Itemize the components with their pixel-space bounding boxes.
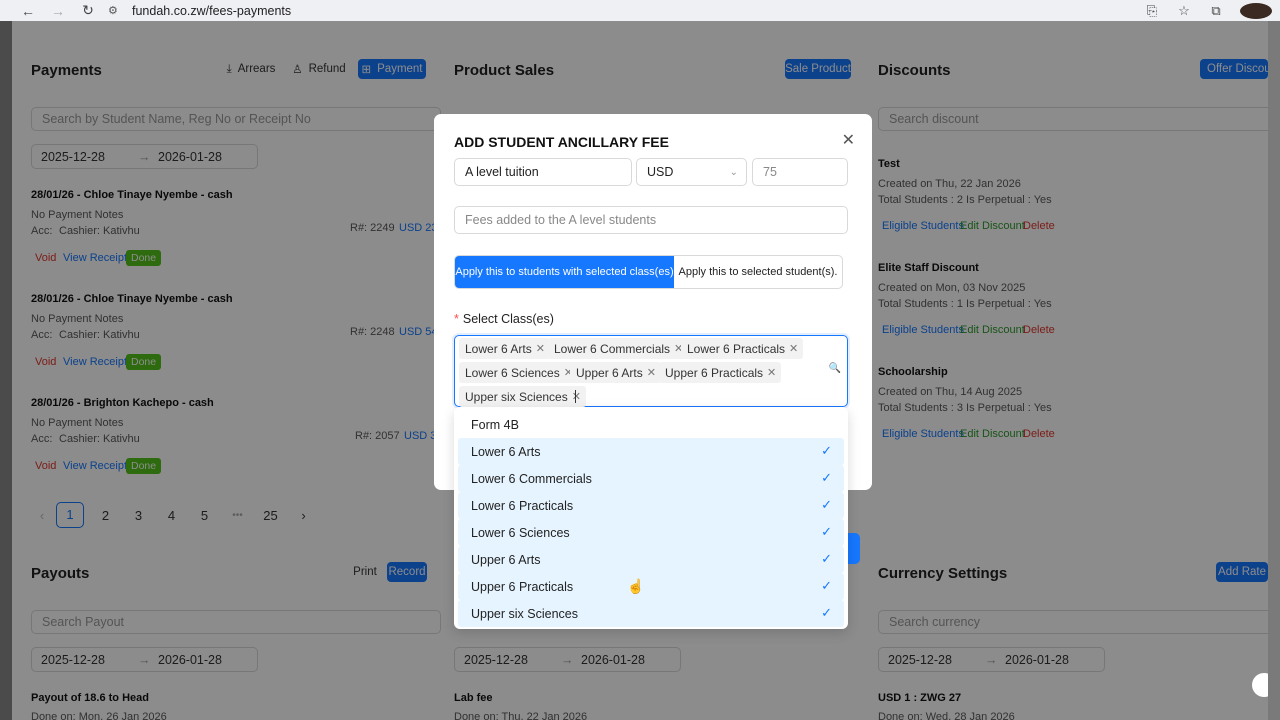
select-classes-label: * Select Class(es) bbox=[454, 312, 554, 326]
check-icon: ✓ bbox=[821, 605, 832, 620]
star-icon[interactable]: ☆ bbox=[1168, 3, 1200, 19]
class-option-label: Upper 6 Arts bbox=[471, 552, 541, 567]
class-tag-label: Lower 6 Commercials bbox=[554, 341, 671, 356]
address-bar[interactable]: ⚙ fundah.co.zw/fees-payments bbox=[108, 0, 1258, 21]
site-info-icon[interactable]: ⚙ bbox=[108, 4, 126, 17]
close-icon[interactable]: ✕ bbox=[572, 390, 581, 403]
close-icon[interactable]: ✕ bbox=[789, 342, 798, 355]
class-tag-label: Lower 6 Practicals bbox=[687, 341, 786, 356]
class-multiselect[interactable]: Lower 6 Arts ✕ Lower 6 Commercials ✕ Lower… bbox=[454, 335, 848, 407]
class-tag-label: Upper six Sciences bbox=[465, 389, 568, 404]
text-caret bbox=[575, 390, 576, 403]
class-tag: Upper six Sciences ✕ bbox=[459, 386, 586, 407]
class-option[interactable]: Lower 6 Commercials ✓ bbox=[458, 465, 844, 492]
profile-avatar[interactable] bbox=[1240, 2, 1272, 19]
page: Payments ⤓ Arrears ♙ Refund ⊞ Payment Searc… bbox=[12, 21, 1268, 720]
search-icon: 🔍 bbox=[828, 363, 841, 374]
browser-toolbar: ← → ↻ ⚙ fundah.co.zw/fees-payments ⎘ ☆ ⧉ bbox=[0, 0, 1280, 21]
required-mark: * bbox=[454, 312, 459, 326]
fee-name-input[interactable]: A level tuition bbox=[454, 158, 632, 186]
close-icon[interactable]: ✕ bbox=[842, 130, 855, 150]
class-tag: Lower 6 Commercials ✕ bbox=[548, 338, 689, 359]
class-tag: Upper 6 Practicals ✕ bbox=[659, 362, 782, 383]
url-text: fundah.co.zw/fees-payments bbox=[132, 3, 292, 18]
class-dropdown: Form 4B Lower 6 Arts ✓ Lower 6 Commercial… bbox=[454, 407, 848, 629]
description-input[interactable]: Fees added to the A level students bbox=[454, 206, 848, 234]
class-option[interactable]: Lower 6 Arts ✓ bbox=[458, 438, 844, 465]
chevron-down-icon: ⌄ bbox=[729, 166, 738, 178]
class-option[interactable]: Lower 6 Practicals ✓ bbox=[458, 492, 844, 519]
check-icon: ✓ bbox=[821, 551, 832, 566]
class-option[interactable]: Lower 6 Sciences ✓ bbox=[458, 519, 844, 546]
currency-select[interactable]: USD ⌄ bbox=[636, 158, 747, 186]
arrow-right-icon[interactable]: → bbox=[47, 3, 69, 19]
close-icon[interactable]: ✕ bbox=[767, 366, 776, 379]
check-icon: ✓ bbox=[821, 578, 832, 593]
class-option-label: Lower 6 Sciences bbox=[471, 525, 570, 540]
class-option[interactable]: Upper 6 Arts ✓ bbox=[458, 546, 844, 573]
class-tag-label: Upper 6 Practicals bbox=[665, 365, 764, 380]
apply-students-option[interactable]: Apply this to selected student(s). bbox=[674, 256, 842, 288]
class-option-label: Lower 6 Arts bbox=[471, 444, 541, 459]
check-icon: ✓ bbox=[821, 524, 832, 539]
class-tag: Lower 6 Sciences ✕ bbox=[459, 362, 578, 383]
modal-title: ADD STUDENT ANCILLARY FEE bbox=[454, 134, 669, 150]
currency-value: USD bbox=[647, 165, 674, 179]
class-tag-label: Lower 6 Arts bbox=[465, 341, 532, 356]
check-icon: ✓ bbox=[821, 470, 832, 485]
class-option-label: Lower 6 Commercials bbox=[471, 471, 592, 486]
class-option-label: Upper 6 Practicals bbox=[471, 579, 574, 594]
class-option-label: Upper six Sciences bbox=[471, 606, 578, 621]
class-option[interactable]: Form 4B bbox=[458, 411, 844, 438]
class-option-label: Form 4B bbox=[471, 417, 519, 432]
arrow-left-icon[interactable]: ← bbox=[17, 3, 39, 19]
hand-cursor-icon: ☝ bbox=[627, 578, 645, 594]
reload-icon[interactable]: ↻ bbox=[77, 2, 99, 19]
class-tag: Lower 6 Arts ✕ bbox=[459, 338, 550, 359]
class-tag-label: Upper 6 Arts bbox=[576, 365, 643, 380]
class-option[interactable]: Upper six Sciences ✓ bbox=[458, 600, 844, 627]
apply-mode-toggle: Apply this to students with selected cla… bbox=[454, 255, 843, 289]
amount-input[interactable]: 75 bbox=[752, 158, 848, 186]
close-icon[interactable]: ✕ bbox=[536, 342, 545, 355]
class-option[interactable]: Upper 6 Practicals ✓ bbox=[458, 573, 844, 600]
class-option-label: Lower 6 Practicals bbox=[471, 498, 574, 513]
check-icon: ✓ bbox=[821, 497, 832, 512]
install-icon[interactable]: ⎘ bbox=[1136, 3, 1168, 19]
extensions-icon[interactable]: ⧉ bbox=[1200, 3, 1232, 19]
check-icon: ✓ bbox=[821, 443, 832, 458]
close-icon[interactable]: ✕ bbox=[647, 366, 656, 379]
class-tag: Lower 6 Practicals ✕ bbox=[681, 338, 804, 359]
window-edge bbox=[0, 21, 12, 720]
apply-classes-option[interactable]: Apply this to students with selected cla… bbox=[455, 256, 674, 288]
class-tag: Upper 6 Arts ✕ bbox=[570, 362, 661, 383]
select-classes-label-text: Select Class(es) bbox=[462, 312, 554, 326]
class-tag-label: Lower 6 Sciences bbox=[465, 365, 560, 380]
